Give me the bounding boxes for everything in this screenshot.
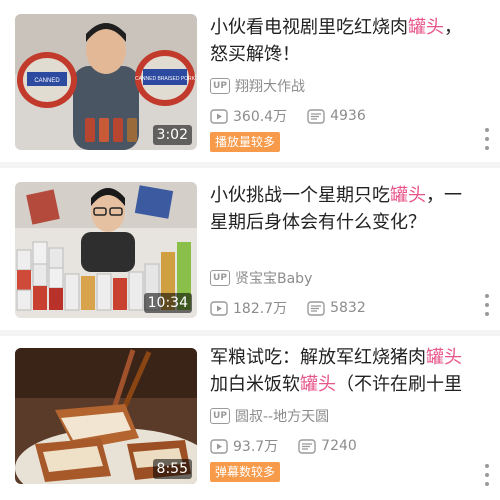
- search-keyword-highlight: 罐头: [300, 374, 336, 395]
- video-duration: 8:55: [152, 459, 192, 479]
- video-title[interactable]: 军粮试吃：解放军红烧猪肉罐头加白米饭软罐头（不许在刷十里春风的…: [210, 344, 478, 398]
- more-options-icon[interactable]: [484, 294, 490, 316]
- uploader-name: 贤宝宝Baby: [235, 271, 313, 287]
- search-keyword-highlight: 罐头: [408, 17, 444, 38]
- danmaku-count: 4936: [307, 108, 366, 124]
- video-card[interactable]: 10:34 小伙挑战一个星期只吃罐头，一星期后身体会有什么变化？ UP 贤宝宝B…: [0, 168, 500, 330]
- uploader-row[interactable]: UP 贤宝宝Baby: [210, 268, 312, 288]
- popular-tag: 弹幕数较多: [210, 462, 281, 482]
- up-badge-icon: UP: [210, 408, 230, 424]
- view-count: 182.7万: [210, 298, 287, 318]
- danmaku-icon: [307, 300, 325, 316]
- search-keyword-highlight: 罐头: [426, 347, 462, 368]
- danmaku-icon: [298, 438, 316, 454]
- video-thumbnail[interactable]: 8:55: [15, 348, 197, 484]
- stats-row: 93.7万 7240: [210, 436, 377, 456]
- right-can-label: CANNED BRAISED PORK: [135, 76, 196, 82]
- video-thumbnail[interactable]: CANNED CANNED BRAISED PORK 3:02: [15, 14, 197, 150]
- danmaku-count: 7240: [298, 438, 357, 454]
- view-count: 93.7万: [210, 436, 278, 456]
- stats-row: 182.7万 5832: [210, 298, 386, 318]
- video-feed: CANNED CANNED BRAISED PORK 3:02 小伙看电视剧里吃…: [0, 0, 500, 500]
- play-count-icon: [210, 438, 228, 454]
- play-count-icon: [210, 108, 228, 124]
- video-thumbnail[interactable]: 10:34: [15, 182, 197, 318]
- danmaku-icon: [307, 108, 325, 124]
- popular-tag: 播放量较多: [210, 132, 281, 152]
- video-info: 小伙看电视剧里吃红烧肉罐头，怒买解馋！ UP 翔翔大作战 360.4万 4936…: [210, 14, 478, 152]
- more-options-icon[interactable]: [484, 128, 490, 150]
- left-can-label: CANNED: [34, 78, 60, 84]
- search-keyword-highlight: 罐头: [390, 185, 426, 206]
- more-options-icon[interactable]: [484, 464, 490, 486]
- video-title[interactable]: 小伙挑战一个星期只吃罐头，一星期后身体会有什么变化？: [210, 182, 478, 236]
- up-badge-icon: UP: [210, 78, 230, 94]
- video-info: 小伙挑战一个星期只吃罐头，一星期后身体会有什么变化？ UP 贤宝宝Baby 18…: [210, 182, 478, 318]
- video-card[interactable]: CANNED CANNED BRAISED PORK 3:02 小伙看电视剧里吃…: [0, 0, 500, 162]
- uploader-name: 圆叔--地方天圆: [235, 409, 330, 425]
- up-badge-icon: UP: [210, 270, 230, 286]
- uploader-name: 翔翔大作战: [235, 79, 305, 95]
- stats-row: 360.4万 4936: [210, 106, 386, 126]
- video-info: 军粮试吃：解放军红烧猪肉罐头加白米饭软罐头（不许在刷十里春风的… UP 圆叔--…: [210, 344, 478, 482]
- video-title[interactable]: 小伙看电视剧里吃红烧肉罐头，怒买解馋！: [210, 14, 478, 68]
- play-count-icon: [210, 300, 228, 316]
- uploader-row[interactable]: UP 圆叔--地方天圆: [210, 406, 329, 426]
- video-duration: 10:34: [143, 293, 192, 313]
- video-card[interactable]: 8:55 军粮试吃：解放军红烧猪肉罐头加白米饭软罐头（不许在刷十里春风的… UP…: [0, 336, 500, 500]
- danmaku-count: 5832: [307, 300, 366, 316]
- view-count: 360.4万: [210, 106, 287, 126]
- video-duration: 3:02: [152, 125, 192, 145]
- uploader-row[interactable]: UP 翔翔大作战: [210, 76, 305, 96]
